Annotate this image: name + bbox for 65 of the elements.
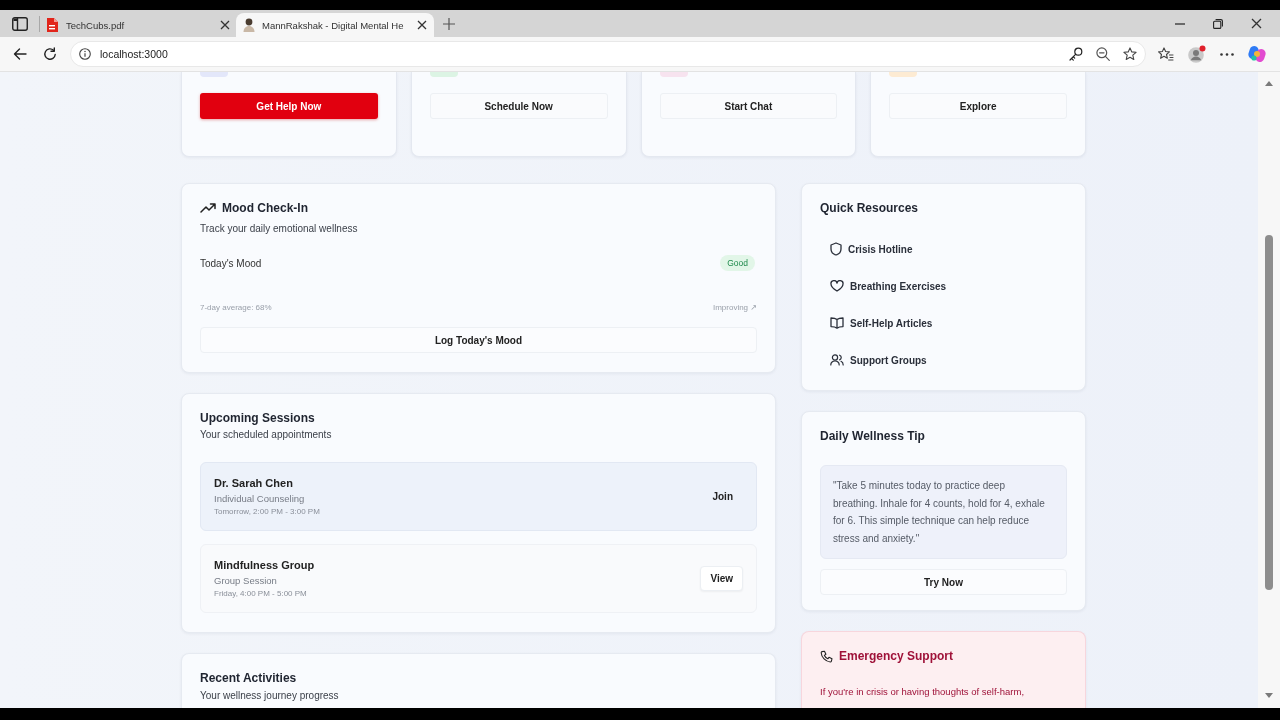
session-time: Tomorrow, 2:00 PM - 3:00 PM (214, 507, 320, 517)
card-button[interactable]: Explore (889, 93, 1067, 119)
users-icon (830, 354, 844, 366)
address-field[interactable]: localhost:3000 (70, 41, 1146, 67)
scrollbar-thumb[interactable] (1265, 235, 1273, 590)
mood-label: Today's Mood (200, 257, 262, 269)
card-title: Upcoming Sessions (200, 411, 316, 425)
tab-close-icon[interactable] (220, 20, 230, 30)
resource-link[interactable]: Support Groups (820, 345, 1067, 375)
scroll-up-icon[interactable] (1265, 81, 1273, 86)
heart-icon (830, 280, 844, 292)
card-subtitle: Your wellness journey progress (200, 689, 340, 702)
person-icon (243, 18, 255, 32)
card-title: Quick Resources (820, 201, 920, 215)
more-icon[interactable] (1220, 52, 1234, 56)
reload-icon[interactable] (43, 47, 57, 61)
zoom-out-icon[interactable] (1096, 47, 1110, 61)
session-name: Mindfulness Group (214, 558, 315, 572)
panel-icon[interactable] (12, 16, 28, 31)
resource-link[interactable]: Self-Help Articles (820, 308, 1067, 338)
avatar-icon[interactable] (1188, 45, 1206, 63)
resource-link[interactable]: Breathing Exercises (820, 271, 1067, 301)
minimize-icon[interactable] (1175, 22, 1185, 25)
browser-tab[interactable]: TechCubs.pdf (40, 13, 236, 37)
favorites-icon[interactable] (1158, 47, 1174, 61)
log-mood-button[interactable]: Log Today's Mood (200, 327, 757, 353)
emergency-text: If you're in crisis or having thoughts of self-harm, (820, 685, 1026, 699)
document-icon (46, 18, 58, 32)
plus-icon[interactable] (443, 17, 455, 30)
key-icon[interactable] (1069, 47, 1083, 61)
phone-icon (820, 649, 833, 663)
try-now-button[interactable]: Try Now (820, 569, 1067, 595)
mood-badge: Good (720, 255, 755, 271)
card-subtitle: Track your daily emotional wellness (200, 222, 359, 235)
close-icon[interactable] (1250, 18, 1262, 29)
session-time: Friday, 4:00 PM - 5:00 PM (214, 589, 308, 599)
card-button[interactable]: Start Chat (659, 93, 838, 119)
back-icon[interactable] (13, 48, 27, 60)
card-title: Emergency Support (839, 649, 954, 663)
average-text: 7-day average: 68% (200, 303, 272, 313)
trend-text: Improving ↗ (712, 303, 757, 313)
scrollbar-track[interactable] (1258, 72, 1280, 708)
tab-close-icon[interactable] (417, 20, 427, 30)
card-button[interactable]: Get Help Now (200, 93, 378, 119)
session-action-button[interactable]: View (700, 566, 743, 591)
trending-up-icon (200, 203, 216, 213)
restore-icon[interactable] (1213, 18, 1223, 29)
session-type: Individual Counseling (214, 492, 306, 505)
shield-icon (830, 242, 842, 256)
card-title: Mood Check-In (222, 201, 308, 215)
scroll-down-icon[interactable] (1265, 693, 1273, 698)
resource-link[interactable]: Crisis Hotline (820, 234, 1067, 264)
card-title: Recent Activities (200, 671, 298, 685)
logo-icon[interactable] (1248, 45, 1266, 63)
session-name: Dr. Sarah Chen (214, 476, 294, 490)
book-icon (830, 317, 844, 329)
card-button[interactable]: Schedule Now (429, 93, 608, 119)
star-icon[interactable] (1123, 47, 1137, 61)
browser-tab[interactable]: MannRakshak - Digital Mental He (236, 13, 434, 37)
tip-quote: "Take 5 minutes today to practice deep breathing. Inhale for 4 counts, hold for 4, exhale for 6. This simple technique can help reduce stress and anxiety." (820, 465, 1067, 559)
session-type: Group Session (214, 574, 278, 587)
info-icon[interactable] (79, 48, 91, 60)
card-subtitle: Your scheduled appointments (200, 428, 333, 441)
card-title: Daily Wellness Tip (820, 429, 926, 443)
session-action-button[interactable]: Join (702, 484, 743, 509)
